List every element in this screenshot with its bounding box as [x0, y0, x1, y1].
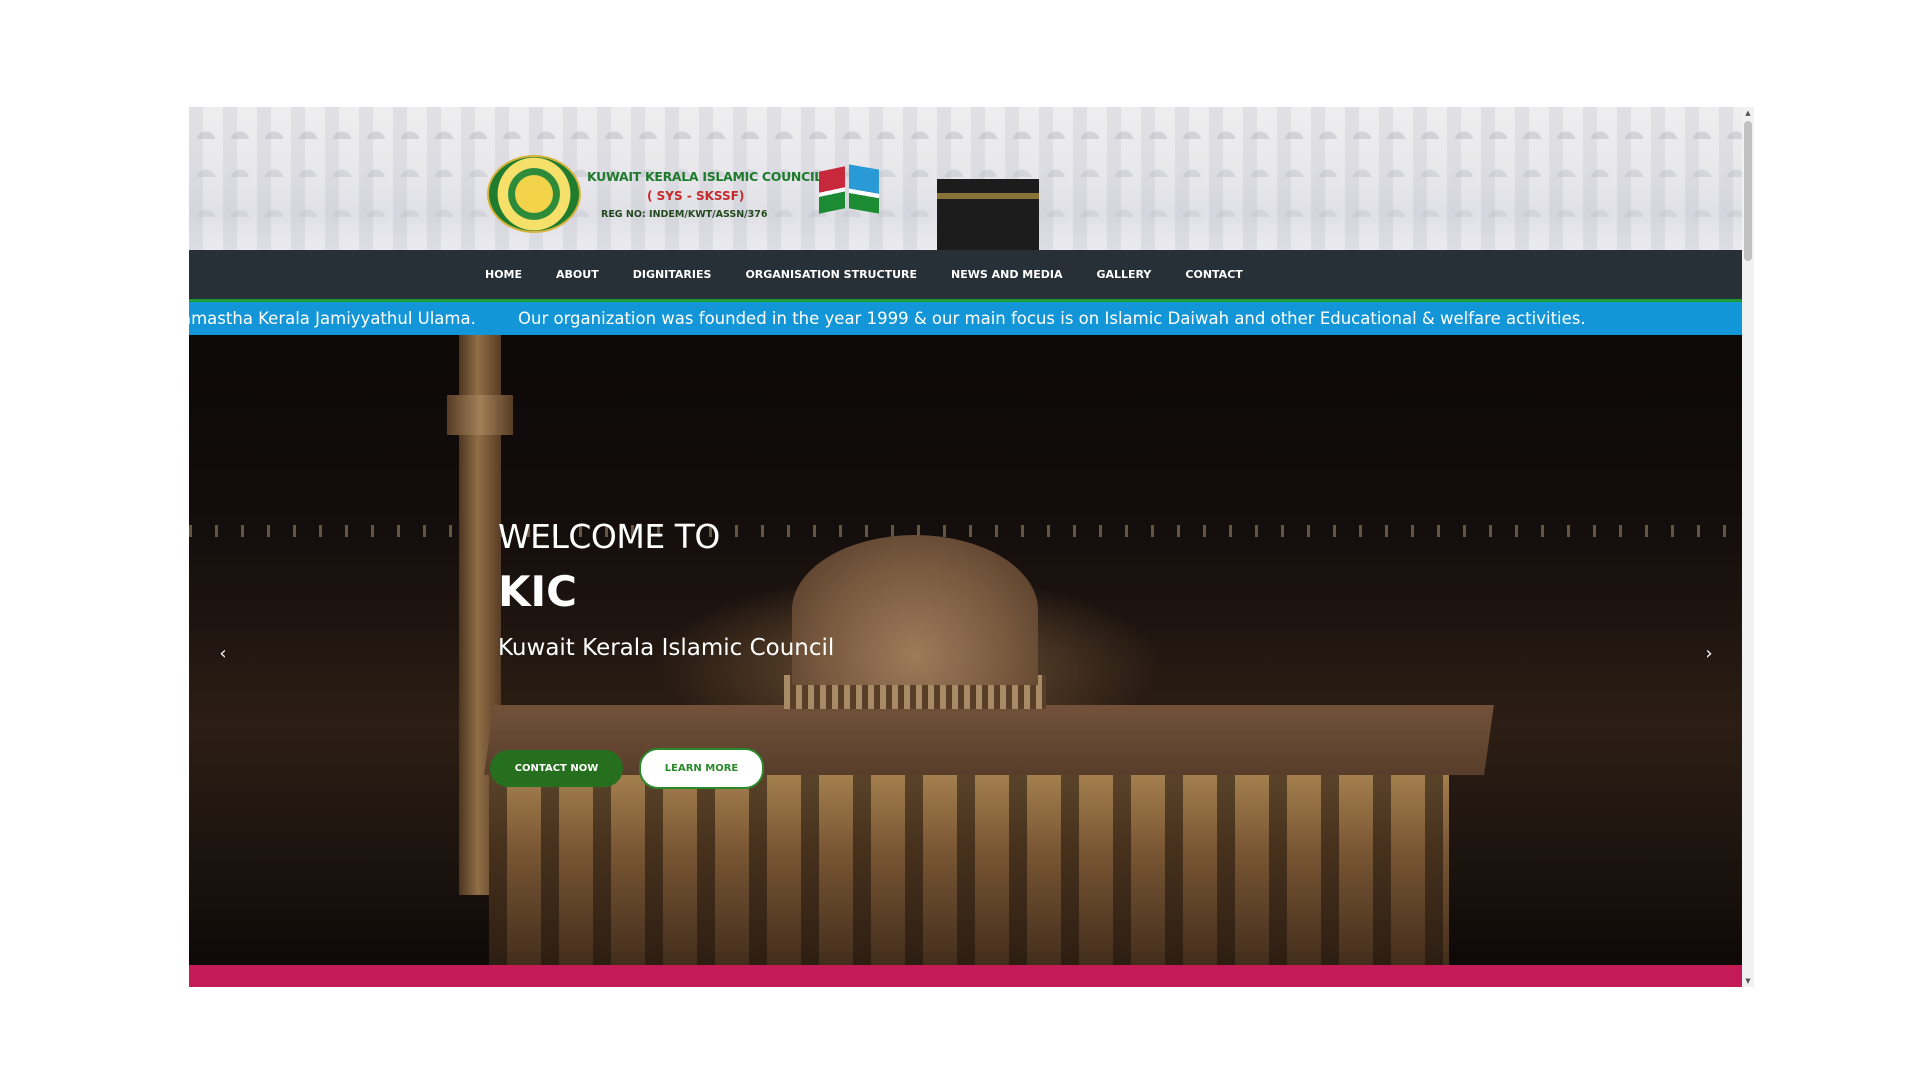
red-flag-icon [819, 166, 845, 214]
logo-registration: REG NO: INDEM/KWT/ASSN/376 [601, 209, 768, 220]
chevron-right-icon[interactable]: › [1699, 643, 1719, 664]
scroll-up-arrow-icon[interactable]: ▲ [1742, 107, 1754, 119]
hero-overlay [189, 335, 1742, 965]
web-page: KUWAIT KERALA ISLAMIC COUNCIL ( SYS - SK… [189, 107, 1742, 987]
nav-item-dignitaries[interactable]: DIGNITARIES [633, 268, 712, 281]
contact-now-button[interactable]: CONTACT NOW [490, 750, 623, 787]
hero-welcome: WELCOME TO [498, 517, 720, 556]
scrollbar-thumb[interactable] [1744, 121, 1752, 261]
flags-icon [809, 164, 889, 227]
main-navigation: HOME ABOUT DIGNITARIES ORGANISATION STRU… [189, 250, 1742, 302]
nav-item-about[interactable]: ABOUT [556, 268, 599, 281]
nav-item-home[interactable]: HOME [485, 268, 522, 281]
news-ticker: amastha Kerala Jamiyyathul Ulama. Our or… [189, 302, 1742, 335]
nav-item-contact[interactable]: CONTACT [1185, 268, 1242, 281]
hero-slider: WELCOME TO KIC Kuwait Kerala Islamic Cou… [189, 335, 1742, 965]
site-header: KUWAIT KERALA ISLAMIC COUNCIL ( SYS - SK… [189, 107, 1742, 250]
browser-viewport: KUWAIT KERALA ISLAMIC COUNCIL ( SYS - SK… [189, 107, 1754, 987]
header-background-arches [189, 155, 1742, 177]
site-logo[interactable]: KUWAIT KERALA ISLAMIC COUNCIL ( SYS - SK… [487, 155, 822, 233]
hero-title: KIC [498, 567, 577, 616]
logo-emblem-icon [487, 155, 581, 233]
scroll-down-arrow-icon[interactable]: ▼ [1742, 975, 1754, 987]
page-scrollbar[interactable]: ▲ ▼ [1742, 107, 1754, 987]
logo-subtitle: ( SYS - SKSSF) [647, 189, 745, 203]
logo-title: KUWAIT KERALA ISLAMIC COUNCIL [587, 169, 822, 184]
header-background-arches [189, 117, 1742, 139]
ticker-text: amastha Kerala Jamiyyathul Ulama. [189, 309, 476, 328]
kaaba-image [937, 179, 1039, 250]
ticker-text: Our organization was founded in the year… [518, 309, 1586, 328]
nav-item-gallery[interactable]: GALLERY [1096, 268, 1151, 281]
nav-item-organisation-structure[interactable]: ORGANISATION STRUCTURE [745, 268, 917, 281]
hero-subtitle: Kuwait Kerala Islamic Council [498, 635, 835, 661]
learn-more-button[interactable]: LEARN MORE [639, 748, 764, 789]
section-accent-bar [189, 965, 1742, 987]
nav-item-news-and-media[interactable]: NEWS AND MEDIA [951, 268, 1062, 281]
chevron-left-icon[interactable]: ‹ [213, 643, 233, 664]
blue-flag-icon [849, 164, 879, 214]
